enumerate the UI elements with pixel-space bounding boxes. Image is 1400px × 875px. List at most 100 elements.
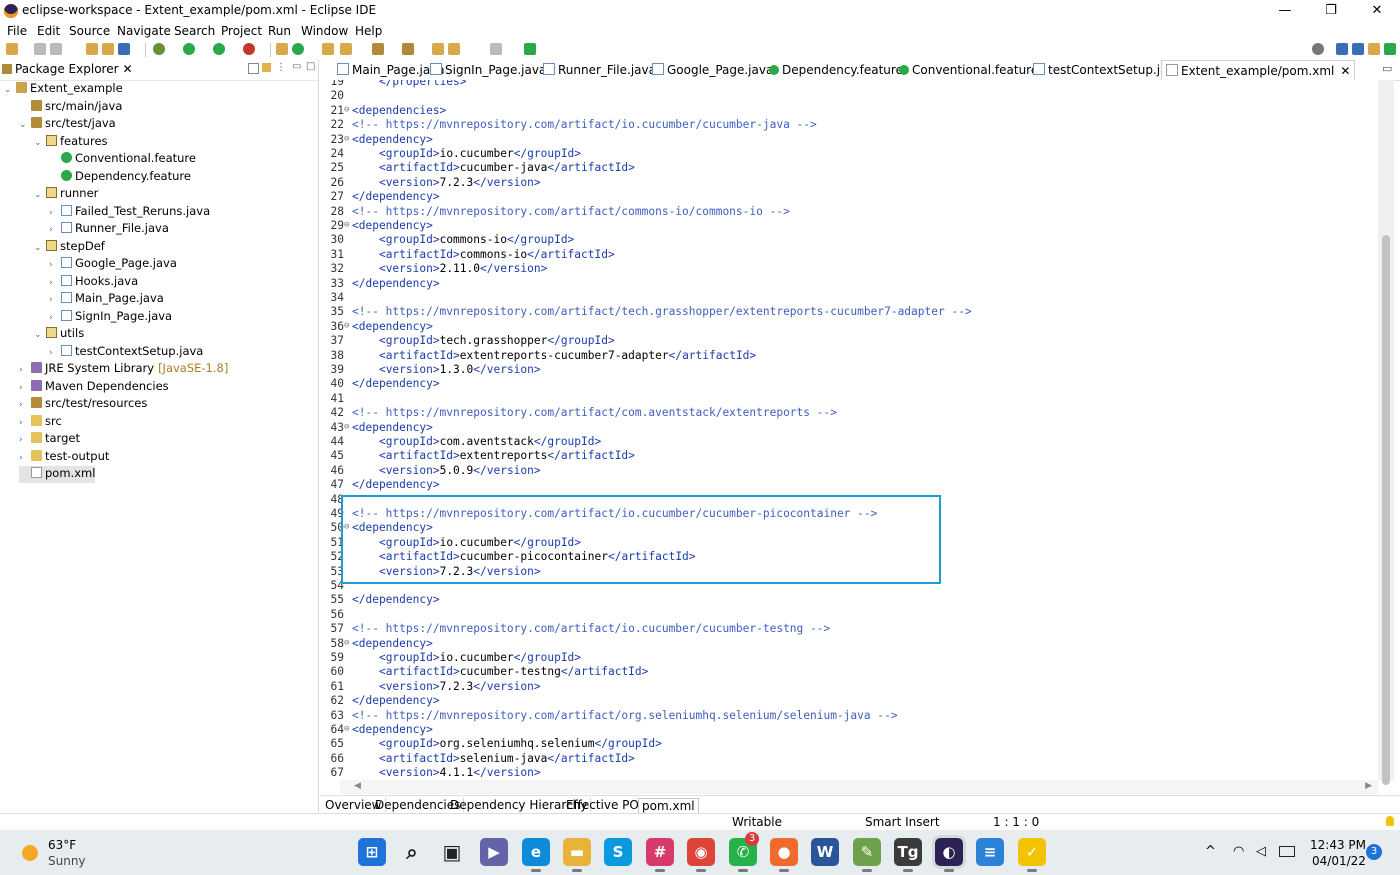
search-icon[interactable]: ⌕ <box>398 838 426 866</box>
tree-item[interactable]: › Failed_Test_Reruns.java <box>49 204 210 221</box>
clock-date[interactable]: 04/01/22 <box>1312 854 1366 868</box>
coverage-icon[interactable] <box>213 43 225 55</box>
vertical-scrollbar[interactable] <box>1378 80 1394 785</box>
menu-file[interactable]: File <box>7 24 27 38</box>
collapse-arrow-icon[interactable]: › <box>19 453 31 463</box>
minimize-view-icon[interactable]: ▭ <box>292 61 301 72</box>
tree-item[interactable]: Conventional.feature <box>49 151 196 168</box>
chrome-icon[interactable]: ◉ <box>687 838 715 872</box>
last-edit-icon[interactable] <box>432 43 444 55</box>
new-java-project-icon[interactable] <box>276 43 288 55</box>
editor-tab[interactable]: testContextSetup.java <box>1033 63 1182 77</box>
menu-search[interactable]: Search <box>174 24 215 38</box>
new-icon[interactable] <box>6 43 18 55</box>
collapse-arrow-icon[interactable]: › <box>49 295 61 305</box>
editor-tab[interactable]: Conventional.feature <box>899 63 1038 77</box>
tab-overflow-icon[interactable]: ▭ <box>1382 62 1392 75</box>
back-icon[interactable] <box>448 43 460 55</box>
expand-arrow-icon[interactable]: ⌄ <box>4 85 16 95</box>
teams-icon[interactable]: ▶ <box>480 838 508 866</box>
editor-tab[interactable]: Main_Page.java <box>337 63 445 77</box>
collapse-arrow-icon[interactable]: › <box>49 348 61 358</box>
weather-description[interactable]: Sunny <box>48 854 86 868</box>
open-task-icon[interactable] <box>102 43 114 55</box>
horizontal-scrollbar[interactable]: ◀ ▶ <box>340 780 1378 794</box>
open-perspective-icon[interactable] <box>1336 43 1348 55</box>
eclipse-icon[interactable]: ◐ <box>932 835 966 872</box>
scrollbar-thumb[interactable] <box>1382 235 1390 785</box>
notepad-icon[interactable]: ≡ <box>976 838 1004 866</box>
word-icon[interactable]: W <box>811 838 839 866</box>
maximize-view-icon[interactable]: □ <box>306 61 315 72</box>
tree-item[interactable]: › Runner_File.java <box>49 221 169 238</box>
java-browsing-perspective-icon[interactable] <box>1368 43 1380 55</box>
previous-annotation-icon[interactable] <box>402 43 414 55</box>
open-type-icon[interactable] <box>86 43 98 55</box>
collapse-arrow-icon[interactable]: › <box>49 208 61 218</box>
new-package-icon[interactable] <box>292 43 304 55</box>
tree-item[interactable]: › target <box>19 431 80 448</box>
collapse-arrow-icon[interactable]: › <box>19 365 31 375</box>
tree-item[interactable]: ⌄ stepDef <box>34 239 105 256</box>
fold-toggle-icon[interactable]: ⊖ <box>344 422 350 432</box>
close-icon[interactable]: ✕ <box>123 62 133 76</box>
skype-icon[interactable]: S <box>604 838 632 866</box>
tab-pom-xml[interactable]: pom.xml <box>638 798 699 814</box>
tree-item[interactable]: src/main/java <box>19 99 122 116</box>
menu-help[interactable]: Help <box>355 24 382 38</box>
tree-item[interactable]: Dependency.feature <box>49 169 191 186</box>
restore-button[interactable]: ❐ <box>1308 0 1354 22</box>
tree-item[interactable]: › SignIn_Page.java <box>49 309 172 326</box>
menu-window[interactable]: Window <box>301 24 348 38</box>
expand-arrow-icon[interactable]: ⌄ <box>34 190 46 200</box>
tree-item[interactable]: pom.xml <box>19 466 96 483</box>
notepad-plus-icon[interactable]: ✎ <box>853 838 881 872</box>
task-view-icon[interactable]: ▣ <box>438 838 466 866</box>
save-all-icon[interactable] <box>50 43 62 55</box>
close-icon[interactable]: ✕ <box>1340 64 1350 78</box>
collapse-arrow-icon[interactable]: › <box>49 260 61 270</box>
weather-temperature[interactable]: 63°F <box>48 838 76 852</box>
collapse-arrow-icon[interactable]: › <box>19 383 31 393</box>
tree-item[interactable]: › Maven Dependencies <box>19 379 169 396</box>
scroll-left-icon[interactable]: ◀ <box>354 781 361 791</box>
expand-arrow-icon[interactable]: ⌄ <box>34 138 46 148</box>
collapse-arrow-icon[interactable]: › <box>49 225 61 235</box>
external-tools-icon[interactable] <box>243 43 255 55</box>
tree-item[interactable]: › testContextSetup.java <box>49 344 203 361</box>
fold-toggle-icon[interactable]: ⊖ <box>344 321 350 331</box>
debug-perspective-icon[interactable] <box>1384 43 1396 55</box>
link-with-editor-icon[interactable] <box>262 63 271 72</box>
menu-navigate[interactable]: Navigate <box>117 24 171 38</box>
tree-item[interactable]: › src/test/resources <box>19 396 147 413</box>
java-perspective-icon[interactable] <box>1352 43 1364 55</box>
close-button[interactable]: ✕ <box>1354 0 1400 22</box>
search-icon[interactable] <box>1312 43 1324 55</box>
tree-item[interactable]: › Main_Page.java <box>49 291 164 308</box>
next-annotation-icon[interactable] <box>372 43 384 55</box>
editor-tab[interactable]: Runner_File.java <box>543 63 656 77</box>
view-menu-icon[interactable]: ⋮ <box>276 63 286 73</box>
tree-item[interactable]: › test-output <box>19 449 109 466</box>
wifi-icon[interactable]: ◠ <box>1233 844 1244 859</box>
collapse-arrow-icon[interactable]: › <box>19 435 31 445</box>
code-editor[interactable]: 19 </properties> 20 21 ⊖ <dependencies> 22 <!-… <box>320 80 1378 780</box>
tree-item[interactable]: › Hooks.java <box>49 274 138 291</box>
scroll-right-icon[interactable]: ▶ <box>1365 781 1372 791</box>
clock-time[interactable]: 12:43 PM <box>1310 838 1366 852</box>
norton-icon[interactable]: ✓ <box>1018 838 1046 872</box>
edge-icon[interactable]: e <box>522 838 550 872</box>
editor-tab[interactable]: Dependency.feature <box>769 63 903 77</box>
tree-item[interactable]: › src <box>19 414 62 431</box>
package-explorer-tab[interactable]: Package Explorer ✕ <box>2 62 133 76</box>
battery-icon[interactable] <box>1279 846 1295 857</box>
collapse-arrow-icon[interactable]: › <box>49 313 61 323</box>
terminal-icon[interactable] <box>118 43 130 55</box>
fold-toggle-icon[interactable]: ⊖ <box>344 220 350 230</box>
volume-icon[interactable]: ◁ <box>1256 844 1266 859</box>
slack-icon[interactable]: # <box>646 838 674 872</box>
collapse-all-icon[interactable] <box>248 63 259 74</box>
forward-icon[interactable] <box>490 43 502 55</box>
lightbulb-icon[interactable] <box>1386 816 1394 826</box>
start-icon[interactable]: ⊞ <box>358 838 386 866</box>
